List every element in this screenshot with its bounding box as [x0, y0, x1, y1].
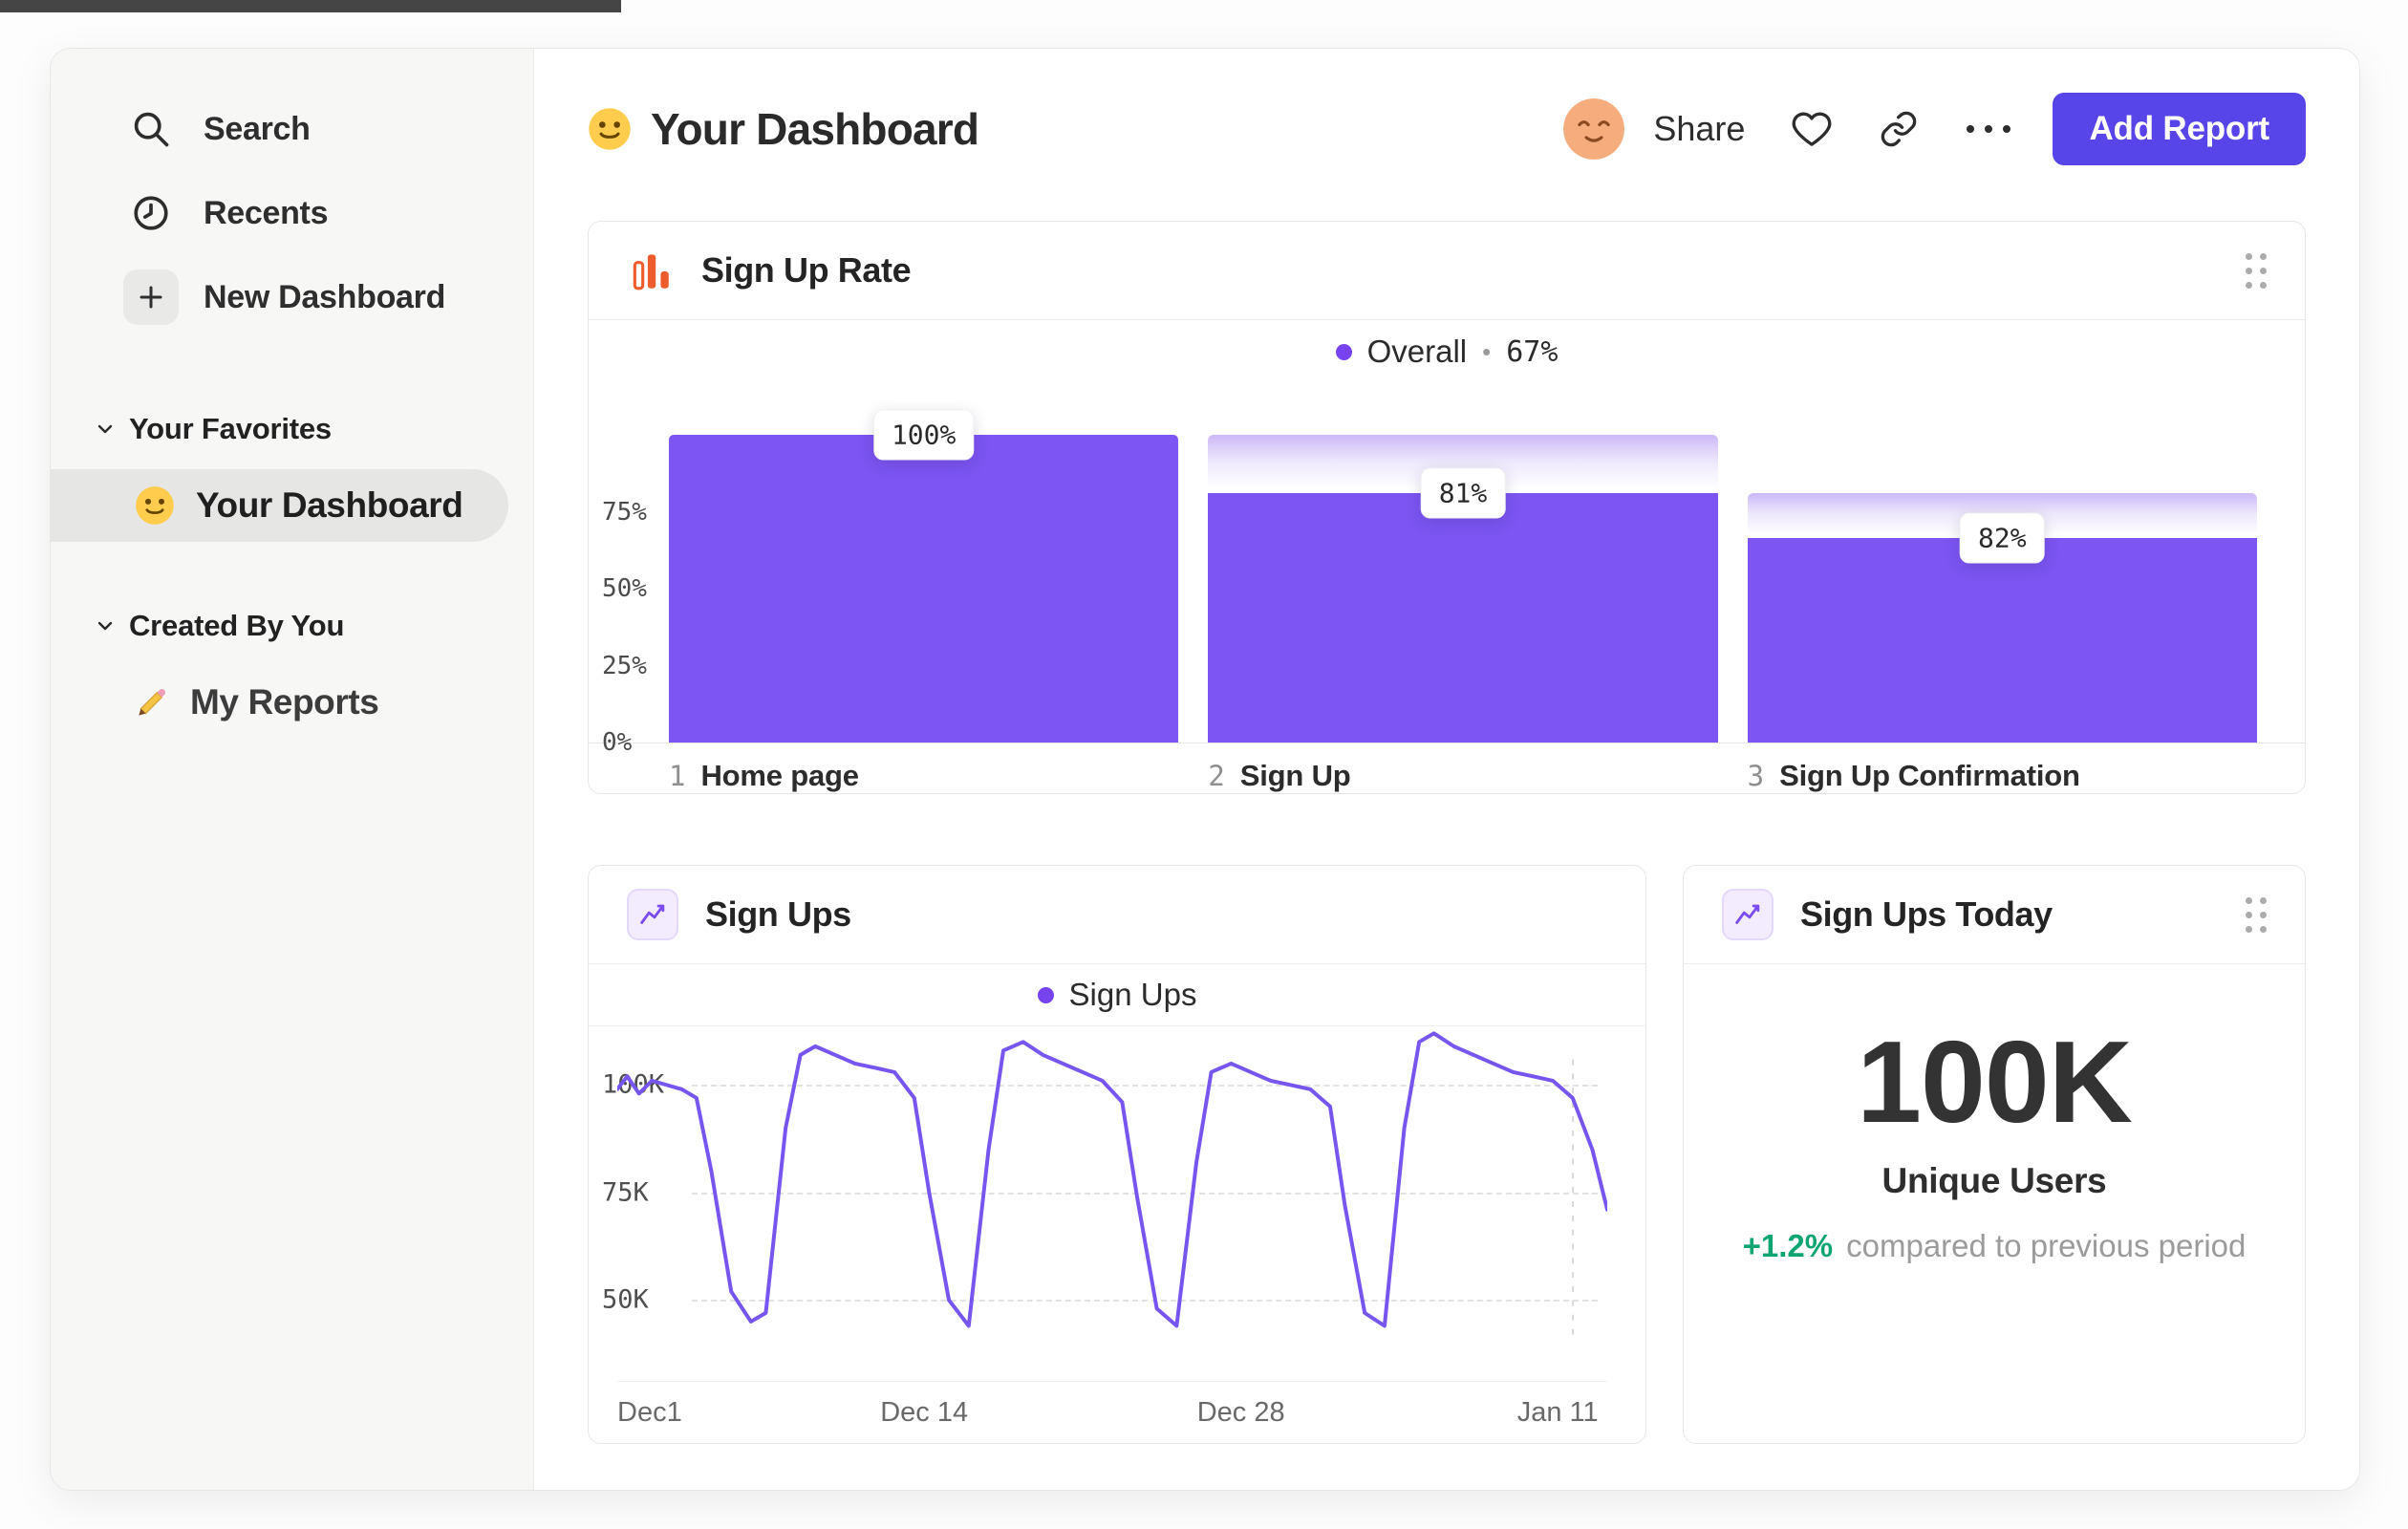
funnel-bar-solid [1208, 493, 1718, 743]
funnel-bar-home-page[interactable]: 100% [669, 409, 1179, 743]
sidebar-item-label: Recents [204, 194, 329, 231]
step-index: 1 [669, 760, 686, 792]
sidebar-item-label: Your Dashboard [196, 485, 463, 525]
sidebar-item-my-reports[interactable]: My Reports [51, 674, 533, 731]
delta-value: +1.2% [1742, 1228, 1834, 1263]
legend-name: Overall [1366, 334, 1468, 369]
delta-note: compared to previous period [1846, 1228, 2247, 1263]
metric-delta-row: +1.2% compared to previous period [1743, 1228, 2247, 1264]
sidebar-item-your-dashboard[interactable]: Your Dashboard [51, 469, 508, 542]
cards-row: Sign Ups Sign Ups 100K 75K 50K Dec1 Dec … [588, 865, 2306, 1444]
sidebar-item-recents[interactable]: Recents [51, 171, 533, 255]
section-title: Your Favorites [129, 412, 332, 445]
section-title: Created By You [129, 609, 345, 642]
dashboard-header: Your Dashboard Share Add Report [588, 49, 2306, 209]
pencil-icon [133, 683, 171, 721]
funnel-y-axis: 75% 50% 25% 0% [602, 435, 669, 758]
step-index: 3 [1747, 760, 1765, 792]
x-tick: Dec 28 [1196, 1397, 1285, 1428]
legend-dot [1335, 343, 1352, 360]
step-name: Sign Up [1239, 759, 1351, 792]
step-name: Sign Up Confirmation [1779, 759, 2080, 792]
screen: Search Recents New Dashboard Your Favori… [0, 0, 2408, 1529]
sign-ups-card: Sign Ups Sign Ups 100K 75K 50K Dec1 Dec … [588, 865, 1646, 1444]
card-title: Sign Ups Today [1800, 894, 2053, 934]
line-legend: Sign Ups [589, 964, 1645, 1026]
funnel-chart-icon [627, 247, 675, 294]
metric-value: 100K [1857, 1017, 2133, 1147]
funnel-step-label: 1 Home page [669, 759, 1178, 793]
sidebar: Search Recents New Dashboard Your Favori… [51, 49, 534, 1490]
legend-dot [1037, 986, 1054, 1003]
funnel-bar-sign-up-confirmation[interactable]: 82% [1747, 435, 2257, 743]
funnel-step-labels: 1 Home page 2 Sign Up 3 Sign Up Confirma… [589, 743, 2305, 793]
screenshot-artifact-bar [0, 0, 621, 12]
sidebar-item-label: My Reports [190, 682, 379, 721]
legend-name: Sign Ups [1068, 977, 1197, 1012]
funnel-step-label: 3 Sign Up Confirmation [1748, 759, 2257, 793]
drag-handle-icon[interactable] [2246, 252, 2267, 289]
y-tick: 25% [602, 651, 647, 680]
main-content: Your Dashboard Share Add Report Sign Up … [534, 49, 2359, 1490]
smiley-emoji-icon [588, 107, 632, 151]
line-chart-icon [627, 889, 678, 940]
funnel-value-pill: 81% [1420, 467, 1506, 519]
y-tick: 50% [602, 574, 647, 603]
section-created-by-you[interactable]: Created By You [51, 603, 533, 649]
sign-ups-today-card: Sign Ups Today 100K Unique Users +1.2% c… [1683, 865, 2306, 1444]
sidebar-item-new-dashboard[interactable]: New Dashboard [51, 255, 533, 339]
funnel-legend: Overall • 67% [589, 320, 2305, 383]
line-chart-plot: 100K 75K 50K [600, 1026, 1607, 1381]
section-your-favorites[interactable]: Your Favorites [51, 406, 533, 452]
metric-label: Unique Users [1881, 1161, 2107, 1200]
legend-value: 67% [1506, 334, 1559, 369]
y-tick: 75% [602, 497, 647, 527]
sign-ups-line-svg [617, 1031, 1607, 1339]
funnel-value-pill: 100% [872, 409, 975, 461]
funnel-bar-solid [1747, 538, 2257, 743]
funnel-plot: 75% 50% 25% 0% 100% 81% 82% [589, 383, 2305, 758]
link-icon[interactable] [1879, 109, 1919, 149]
chevron-down-icon [93, 614, 118, 638]
line-chart-icon [1722, 889, 1774, 940]
card-title: Sign Up Rate [701, 250, 912, 290]
chevron-down-icon [93, 417, 118, 441]
page-title: Your Dashboard [651, 104, 979, 154]
add-report-button[interactable]: Add Report [2053, 93, 2306, 165]
search-icon [123, 101, 179, 157]
step-name: Home page [700, 759, 859, 792]
plus-icon [123, 269, 179, 325]
funnel-bar-solid [669, 435, 1179, 743]
sidebar-item-label: New Dashboard [204, 278, 446, 315]
sign-up-rate-card: Sign Up Rate Overall • 67% 75% 50% 25% 0… [588, 221, 2306, 794]
card-title: Sign Ups [705, 894, 851, 934]
app-window: Search Recents New Dashboard Your Favori… [50, 48, 2360, 1491]
sidebar-item-label: Search [204, 110, 311, 147]
heart-icon[interactable] [1791, 108, 1833, 150]
y-tick: 0% [602, 728, 633, 757]
sidebar-item-search[interactable]: Search [51, 87, 533, 171]
more-options-icon[interactable] [1967, 125, 2011, 133]
line-x-axis: Dec1 Dec 14 Dec 28 Jan 11 [617, 1381, 1607, 1443]
clock-icon [123, 185, 179, 241]
x-tick: Dec 14 [880, 1397, 969, 1428]
funnel-bar-sign-up[interactable]: 81% [1208, 435, 1718, 743]
drag-handle-icon[interactable] [2246, 896, 2267, 933]
card-header: Sign Ups [589, 866, 1645, 964]
card-header: Sign Ups Today [1684, 866, 2305, 964]
metric-body: 100K Unique Users +1.2% compared to prev… [1684, 964, 2305, 1443]
card-header: Sign Up Rate [589, 222, 2305, 320]
user-avatar[interactable] [1563, 98, 1625, 160]
x-tick: Dec1 [617, 1397, 682, 1428]
smiley-emoji-icon [135, 485, 175, 526]
step-index: 2 [1208, 760, 1225, 792]
funnel-value-pill: 82% [1960, 512, 2045, 564]
funnel-step-label: 2 Sign Up [1208, 759, 1717, 793]
share-button[interactable]: Share [1653, 109, 1745, 149]
x-tick: Jan 11 [1516, 1397, 1599, 1428]
page-title-group: Your Dashboard [588, 103, 979, 155]
legend-separator: • [1482, 336, 1492, 366]
